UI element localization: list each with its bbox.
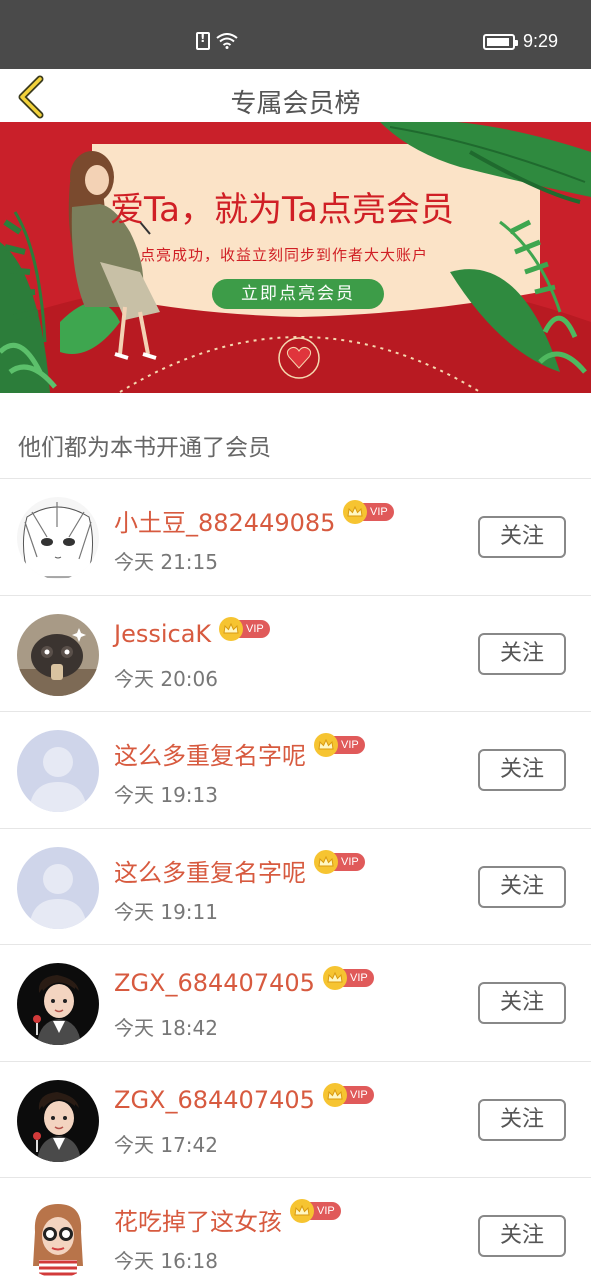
vip-badge: VIP <box>314 733 365 757</box>
status-icons-right: 9:29 <box>482 31 558 52</box>
crown-icon <box>323 966 347 990</box>
follow-button[interactable]: 关注 <box>478 516 566 558</box>
member-row[interactable]: 小土豆_882449085 VIP 今天 21:15 关注 <box>0 479 591 596</box>
status-time: 9:29 <box>522 31 558 51</box>
member-time: 今天 18:42 <box>114 1016 218 1040</box>
member-name[interactable]: ZGX_684407405 <box>114 1086 315 1114</box>
page-title: 专属会员榜 <box>230 89 361 119</box>
member-name[interactable]: 小土豆_882449085 <box>114 503 335 538</box>
vip-badge: VIP <box>323 966 374 990</box>
vip-badge: VIP <box>343 500 394 524</box>
follow-button[interactable]: 关注 <box>478 1098 566 1141</box>
follow-button[interactable]: 关注 <box>478 632 566 675</box>
member-name[interactable]: 这么多重复名字呢 <box>114 736 306 771</box>
member-time: 今天 16:18 <box>114 1249 218 1273</box>
follow-button[interactable]: 关注 <box>478 749 566 791</box>
activate-vip-button[interactable]: 立即点亮会员 <box>212 279 384 309</box>
crown-icon <box>314 733 338 757</box>
crown-icon <box>314 849 338 874</box>
status-icons-center <box>196 31 238 50</box>
avatar[interactable] <box>17 1079 99 1162</box>
crown-icon <box>343 500 367 524</box>
banner-headline: 爱Ta，就为Ta点亮会员 <box>110 190 454 230</box>
status-bar: 9:29 <box>0 0 591 69</box>
vip-promo-banner[interactable]: 爱Ta，就为Ta点亮会员 点亮成功，收益立刻同步到作者大大账户 立即点亮会员 <box>0 122 591 393</box>
vip-badge: VIP <box>314 849 365 874</box>
crown-icon <box>219 616 243 641</box>
member-name[interactable]: ZGX_684407405 <box>114 969 315 997</box>
vip-badge: VIP <box>290 1199 341 1223</box>
vip-badge: VIP <box>323 1082 374 1107</box>
follow-button[interactable]: 关注 <box>478 1215 566 1257</box>
vip-badge: VIP <box>219 616 270 641</box>
crown-icon <box>290 1199 314 1223</box>
section-title: 他们都为本书开通了会员 <box>18 435 271 461</box>
member-name[interactable]: 花吃掉了这女孩 <box>114 1202 282 1237</box>
follow-button[interactable]: 关注 <box>478 982 566 1024</box>
member-row[interactable]: JessicaK VIP 今天 20:06 关注 <box>0 596 591 712</box>
member-name[interactable]: JessicaK <box>114 620 211 648</box>
member-time: 今天 20:06 <box>114 666 218 691</box>
wifi-icon <box>216 33 238 49</box>
member-name[interactable]: 这么多重复名字呢 <box>114 853 306 888</box>
avatar[interactable] <box>17 730 99 812</box>
avatar[interactable] <box>17 1196 99 1278</box>
member-row[interactable]: ZGX_684407405 VIP 今天 17:42 关注 <box>0 1062 591 1178</box>
member-time: 今天 21:15 <box>114 550 218 574</box>
member-time: 今天 19:11 <box>114 899 218 924</box>
follow-button[interactable]: 关注 <box>478 865 566 908</box>
avatar[interactable] <box>17 497 99 579</box>
member-list: 小土豆_882449085 VIP 今天 21:15 关注 JessicaK VIP 今天 … <box>0 479 591 1280</box>
member-row[interactable]: 这么多重复名字呢 VIP 今天 19:11 关注 <box>0 829 591 945</box>
crown-icon <box>323 1082 347 1107</box>
member-row[interactable]: 花吃掉了这女孩 VIP 今天 16:18 关注 <box>0 1178 591 1280</box>
header: 专属会员榜 <box>0 69 591 122</box>
member-row[interactable]: ZGX_684407405 VIP 今天 18:42 关注 <box>0 945 591 1062</box>
avatar[interactable] <box>17 963 99 1045</box>
sim-alert-icon <box>196 31 210 50</box>
member-row[interactable]: 这么多重复名字呢 VIP 今天 19:13 关注 <box>0 712 591 829</box>
avatar[interactable] <box>17 613 99 696</box>
member-time: 今天 17:42 <box>114 1132 218 1157</box>
member-time: 今天 19:13 <box>114 783 218 807</box>
battery-icon <box>482 33 518 50</box>
avatar[interactable] <box>17 846 99 929</box>
banner-subline: 点亮成功，收益立刻同步到作者大大账户 <box>140 246 429 264</box>
